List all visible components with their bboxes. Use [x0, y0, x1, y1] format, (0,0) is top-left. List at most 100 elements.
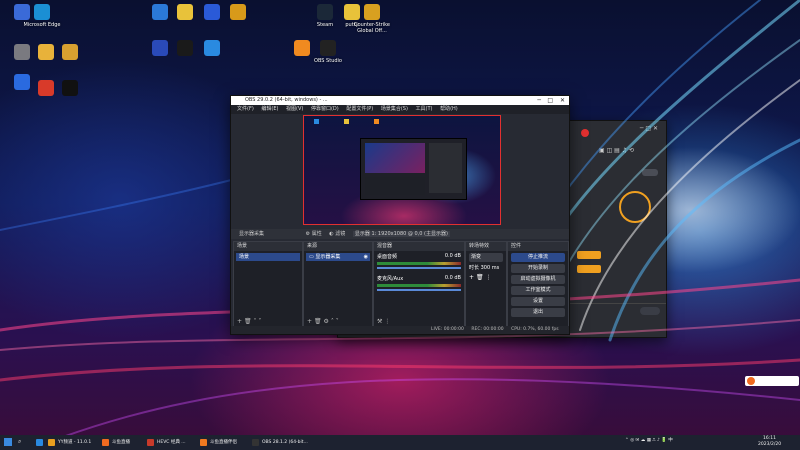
- stop-streaming-button[interactable]: 停止推流: [511, 253, 565, 262]
- app-icon: [364, 4, 380, 20]
- transition-tools: + 🗑 ⋮: [466, 271, 506, 284]
- obs-window[interactable]: OBS 29.0.2 (64-bit, windows) - ... ─ □ ✕…: [230, 95, 570, 335]
- duration-label: 时长: [469, 265, 480, 271]
- scene-item[interactable]: 场景: [236, 253, 300, 261]
- tray-icons[interactable]: ⌃ ◎ ✉ ☁ ▦ ⎍ ♪ 🔋 中: [625, 437, 673, 443]
- track-db: 0.0 dB: [444, 253, 461, 259]
- down-icon[interactable]: ˅: [336, 318, 339, 325]
- menu-file[interactable]: 文件(F): [237, 106, 254, 112]
- taskbar-item[interactable]: 斗鱼直播伴侣: [198, 437, 237, 448]
- clock[interactable]: 16:11 2023/2/20: [758, 436, 781, 448]
- desktop-icon[interactable]: OBS Studio: [308, 40, 348, 64]
- transition-select[interactable]: 渐变: [469, 253, 503, 262]
- controls-title: 控件: [508, 242, 568, 251]
- obs-preview[interactable]: [303, 115, 501, 225]
- desktop-icon[interactable]: Microsoft Edge: [22, 4, 62, 28]
- minimize-icon[interactable]: ─: [537, 96, 541, 105]
- preview-desktop-icon: [374, 119, 379, 124]
- filters-button[interactable]: 滤镜: [335, 231, 345, 237]
- menu-scene-collection[interactable]: 场景集合(S): [381, 106, 408, 112]
- up-icon[interactable]: ˄: [254, 318, 257, 325]
- trash-icon[interactable]: 🗑: [244, 318, 252, 325]
- menu-edit[interactable]: 编辑(E): [261, 106, 278, 112]
- app-icon: [177, 40, 193, 56]
- source-item[interactable]: ▭ 显示器采集 ◉: [306, 253, 370, 261]
- current-source: 显示器采集: [239, 231, 265, 237]
- display-select[interactable]: 显示器 1: 1920x1080 @ 0,0 (主显示器): [352, 231, 450, 237]
- volume-slider[interactable]: [377, 289, 461, 291]
- mixer-track: 桌面音频 0.0 dB: [374, 251, 464, 271]
- live-status: LIVE: 00:00:00: [431, 327, 464, 332]
- taskbar-item[interactable]: YY频道 - 11.0.1: [46, 437, 91, 448]
- taskbar-item[interactable]: [34, 437, 46, 448]
- menu-tools[interactable]: 工具(T): [416, 106, 433, 112]
- menu-view[interactable]: 视图(V): [286, 106, 303, 112]
- preview-desktop-icon: [344, 119, 349, 124]
- properties-button[interactable]: 属性: [312, 231, 322, 237]
- sources-title: 来源: [304, 242, 372, 251]
- volume-slider[interactable]: [377, 267, 461, 269]
- taskbar-app-icon: [147, 439, 154, 446]
- taskbar-item-label: YY频道 - 11.0.1: [58, 440, 92, 445]
- taskbar-app-icon: [102, 439, 109, 446]
- eye-icon[interactable]: ◉: [364, 253, 368, 261]
- add-icon[interactable]: +: [307, 318, 312, 325]
- filter-icon[interactable]: ◐: [329, 231, 333, 237]
- gear-icon[interactable]: ⚙: [324, 318, 329, 325]
- ime-toolbar[interactable]: [745, 376, 799, 386]
- app-icon: [230, 4, 246, 20]
- obs-title: OBS 29.0.2 (64-bit, windows) - ...: [245, 97, 328, 103]
- down-icon[interactable]: ˅: [258, 318, 261, 325]
- trash-icon[interactable]: 🗑: [476, 274, 484, 281]
- studio-mode-button[interactable]: 工作室模式: [511, 286, 565, 295]
- app-icon: [320, 40, 336, 56]
- menu-profile[interactable]: 配置文件(P): [346, 106, 373, 112]
- track-name: 桌面音频: [377, 254, 398, 260]
- taskbar-item-label: OBS 28.1.2 (64-bit...: [262, 440, 308, 445]
- wrench-icon[interactable]: ⚒: [377, 318, 382, 325]
- settings-button[interactable]: 设置: [511, 297, 565, 306]
- desktop-icon[interactable]: Counter-Strike Global Off...: [352, 4, 392, 34]
- taskbar-item[interactable]: 斗鱼直播: [100, 437, 130, 448]
- exit-button[interactable]: 退出: [511, 308, 565, 317]
- maximize-icon[interactable]: □: [547, 96, 553, 105]
- close-icon[interactable]: ✕: [560, 96, 565, 105]
- add-icon[interactable]: +: [469, 274, 474, 281]
- desktop-icon[interactable]: [192, 40, 232, 58]
- scenes-panel: 场景 场景 + 🗑 ˄ ˅: [233, 241, 303, 328]
- desktop-icon[interactable]: [218, 4, 258, 22]
- menu-help[interactable]: 帮助(H): [440, 106, 458, 112]
- up-icon[interactable]: ˄: [331, 318, 334, 325]
- scenes-title: 场景: [234, 242, 302, 251]
- menu-docks[interactable]: 停靠窗口(D): [311, 106, 339, 112]
- desktop-icon[interactable]: [50, 44, 90, 62]
- nested-side-window: [429, 143, 462, 193]
- cpu-status: CPU: 0.7%, 60.00 fps: [511, 327, 559, 332]
- mixer-title: 混音器: [374, 242, 464, 251]
- desktop-icon-label: OBS Studio: [314, 58, 342, 64]
- clock-date: 2023/2/20: [758, 442, 782, 447]
- taskbar-app-icon: [48, 439, 55, 446]
- gear-icon[interactable]: ⚙: [306, 231, 310, 237]
- mixer-tools: ⚒ ⋮: [377, 318, 390, 325]
- nested-preview: [360, 138, 467, 200]
- more-icon[interactable]: ⋮: [486, 274, 492, 281]
- desktop-icon-label: Microsoft Edge: [23, 22, 61, 28]
- obs-titlebar[interactable]: OBS 29.0.2 (64-bit, windows) - ... ─ □ ✕: [231, 96, 569, 105]
- nested-docks: [365, 177, 425, 195]
- desktop-icon[interactable]: [50, 80, 90, 98]
- start-recording-button[interactable]: 开始录制: [511, 264, 565, 273]
- add-icon[interactable]: +: [237, 318, 242, 325]
- taskbar-item[interactable]: HEVC 经典 ...: [145, 437, 186, 448]
- more-icon[interactable]: ⋮: [384, 318, 390, 325]
- app-icon: [317, 4, 333, 20]
- trash-icon[interactable]: 🗑: [314, 318, 322, 325]
- start-icon[interactable]: [4, 438, 12, 446]
- taskbar-item[interactable]: OBS 28.1.2 (64-bit...: [250, 437, 308, 448]
- duration-value[interactable]: 300 ms: [481, 265, 500, 271]
- virtual-camera-button[interactable]: 启动虚拟摄像机: [511, 275, 565, 284]
- source-tools: + 🗑 ⚙ ˄ ˅: [307, 318, 339, 325]
- volume-meter: [377, 262, 461, 265]
- search-icon[interactable]: ⌕: [18, 438, 21, 446]
- taskbar-app-icon: [252, 439, 259, 446]
